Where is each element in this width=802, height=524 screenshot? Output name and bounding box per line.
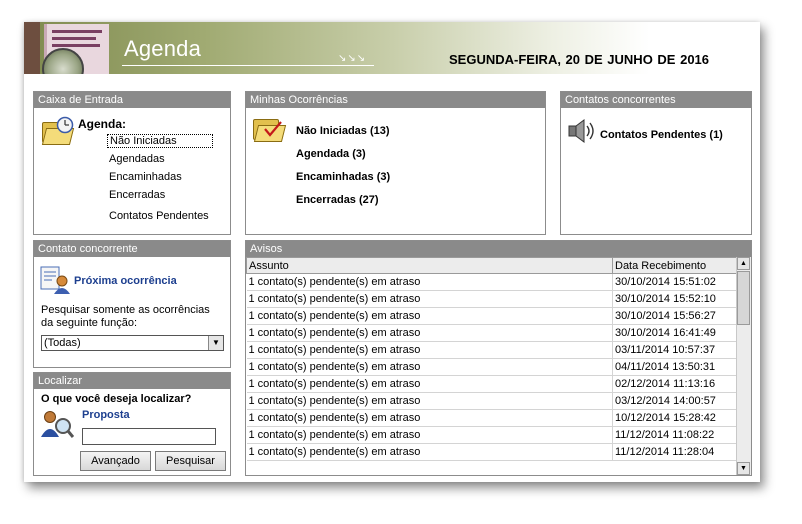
inbox-item-contatos-pendentes[interactable]: Contatos Pendentes xyxy=(109,210,209,222)
occurrence-nao-iniciadas[interactable]: Não Iniciadas (13) xyxy=(296,125,390,137)
date-cell: 03/12/2014 14:00:57 xyxy=(612,392,737,410)
subject-cell: 1 contato(s) pendente(s) em atraso xyxy=(246,392,613,410)
subject-cell: 1 contato(s) pendente(s) em atraso xyxy=(246,426,613,444)
date-cell: 04/11/2014 13:50:31 xyxy=(612,358,737,376)
notices-scrollbar[interactable]: ▲ ▼ xyxy=(736,257,751,475)
inbox-panel: Caixa de Entrada Agenda: Não Iniciadas A… xyxy=(33,91,231,235)
search-option-proposta[interactable]: Proposta xyxy=(82,409,130,421)
date-cell: 03/11/2014 10:57:37 xyxy=(612,341,737,359)
next-occurrence-icon xyxy=(40,266,70,294)
subject-cell: 1 contato(s) pendente(s) em atraso xyxy=(246,290,613,308)
table-row[interactable]: 1 contato(s) pendente(s) em atraso 10/12/… xyxy=(246,409,737,427)
table-row[interactable]: 1 contato(s) pendente(s) em atraso 30/10/… xyxy=(246,290,737,308)
concurrent-contact-panel-title: Contato concorrente xyxy=(34,241,230,257)
agenda-window: Agenda ↘↘↘ SEGUNDA-FEIRA, 20 DE JUNHO DE… xyxy=(24,22,760,482)
chevron-down-icon[interactable]: ▼ xyxy=(208,336,223,350)
table-row[interactable]: 1 contato(s) pendente(s) em atraso 03/12/… xyxy=(246,392,737,410)
concurrent-contacts-panel: Contatos concorrentes Contatos Pendentes… xyxy=(560,91,752,235)
speaker-icon xyxy=(567,118,597,144)
scroll-down-icon[interactable]: ▼ xyxy=(737,462,750,475)
current-date: SEGUNDA-FEIRA, 20 DE JUNHO DE 2016 xyxy=(449,52,710,67)
concurrent-contacts-panel-title: Contatos concorrentes xyxy=(561,92,751,108)
subject-cell: 1 contato(s) pendente(s) em atraso xyxy=(246,341,613,359)
notices-panel: Avisos Assunto Data Recebimento 1 contat… xyxy=(245,240,752,476)
table-row[interactable]: 1 contato(s) pendente(s) em atraso 11/12/… xyxy=(246,426,737,444)
agenda-logo-icon xyxy=(24,22,116,74)
arrows-decoration-icon: ↘↘↘ xyxy=(338,53,367,64)
search-input[interactable] xyxy=(82,428,216,445)
table-row[interactable]: 1 contato(s) pendente(s) em atraso 02/12/… xyxy=(246,375,737,393)
search-person-icon xyxy=(40,409,75,439)
inbox-heading: Agenda: xyxy=(78,117,126,131)
date-cell: 30/10/2014 15:56:27 xyxy=(612,307,737,325)
app-title: Agenda xyxy=(124,36,202,61)
folder-check-icon xyxy=(253,117,287,143)
search-panel: Localizar O que você deseja localizar? P… xyxy=(33,372,231,476)
table-row[interactable]: 1 contato(s) pendente(s) em atraso 30/10/… xyxy=(246,324,737,342)
occurrence-agendada[interactable]: Agendada (3) xyxy=(296,148,366,160)
function-select[interactable]: (Todas) ▼ xyxy=(41,335,224,351)
table-row[interactable]: 1 contato(s) pendente(s) em atraso 04/11/… xyxy=(246,358,737,376)
scroll-up-icon[interactable]: ▲ xyxy=(737,257,750,270)
occurrences-panel-title: Minhas Ocorrências xyxy=(246,92,545,108)
function-filter-label: Pesquisar somente as ocorrências da segu… xyxy=(41,304,210,329)
table-row[interactable]: 1 contato(s) pendente(s) em atraso 11/12/… xyxy=(246,443,737,461)
date-cell: 30/10/2014 15:52:10 xyxy=(612,290,737,308)
table-row[interactable]: 1 contato(s) pendente(s) em atraso 03/11/… xyxy=(246,341,737,359)
date-cell: 10/12/2014 15:28:42 xyxy=(612,409,737,427)
date-cell: 11/12/2014 11:28:04 xyxy=(612,443,737,461)
occurrences-panel: Minhas Ocorrências Não Iniciadas (13) Ag… xyxy=(245,91,546,235)
table-row[interactable]: 1 contato(s) pendente(s) em atraso 30/10/… xyxy=(246,273,737,291)
folder-clock-icon xyxy=(41,116,75,146)
inbox-panel-title: Caixa de Entrada xyxy=(34,92,230,108)
search-panel-title: Localizar xyxy=(34,373,230,389)
subject-cell: 1 contato(s) pendente(s) em atraso xyxy=(246,375,613,393)
title-underline xyxy=(122,65,374,66)
date-cell: 11/12/2014 11:08:22 xyxy=(612,426,737,444)
subject-cell: 1 contato(s) pendente(s) em atraso xyxy=(246,443,613,461)
notices-header-row: Assunto Data Recebimento xyxy=(246,257,737,274)
column-header-received-date[interactable]: Data Recebimento xyxy=(612,257,737,274)
concurrent-contact-panel: Contato concorrente Próxima ocorrência P… xyxy=(33,240,231,368)
scroll-thumb[interactable] xyxy=(737,271,750,325)
inbox-item-agendadas[interactable]: Agendadas xyxy=(109,153,165,165)
header-banner: Agenda ↘↘↘ SEGUNDA-FEIRA, 20 DE JUNHO DE… xyxy=(24,22,760,74)
search-question: O que você deseja localizar? xyxy=(41,393,192,405)
occurrence-encerradas[interactable]: Encerradas (27) xyxy=(296,194,379,206)
subject-cell: 1 contato(s) pendente(s) em atraso xyxy=(246,409,613,427)
date-cell: 30/10/2014 16:41:49 xyxy=(612,324,737,342)
inbox-item-encaminhadas[interactable]: Encaminhadas xyxy=(109,171,182,183)
notices-table: Assunto Data Recebimento 1 contato(s) pe… xyxy=(246,257,737,461)
column-header-subject[interactable]: Assunto xyxy=(246,257,613,274)
advanced-button[interactable]: Avançado xyxy=(80,451,151,471)
search-button[interactable]: Pesquisar xyxy=(155,451,226,471)
subject-cell: 1 contato(s) pendente(s) em atraso xyxy=(246,307,613,325)
notices-panel-title: Avisos xyxy=(246,241,751,257)
concurrent-pending-contacts[interactable]: Contatos Pendentes (1) xyxy=(600,129,723,141)
next-occurrence-link[interactable]: Próxima ocorrência xyxy=(74,275,177,287)
function-select-value: (Todas) xyxy=(44,337,81,349)
subject-cell: 1 contato(s) pendente(s) em atraso xyxy=(246,324,613,342)
subject-cell: 1 contato(s) pendente(s) em atraso xyxy=(246,273,613,291)
inbox-item-nao-iniciadas[interactable]: Não Iniciadas xyxy=(107,134,213,148)
inbox-item-encerradas[interactable]: Encerradas xyxy=(109,189,165,201)
subject-cell: 1 contato(s) pendente(s) em atraso xyxy=(246,358,613,376)
table-row[interactable]: 1 contato(s) pendente(s) em atraso 30/10/… xyxy=(246,307,737,325)
occurrence-encaminhadas[interactable]: Encaminhadas (3) xyxy=(296,171,390,183)
date-cell: 02/12/2014 11:13:16 xyxy=(612,375,737,393)
date-cell: 30/10/2014 15:51:02 xyxy=(612,273,737,291)
